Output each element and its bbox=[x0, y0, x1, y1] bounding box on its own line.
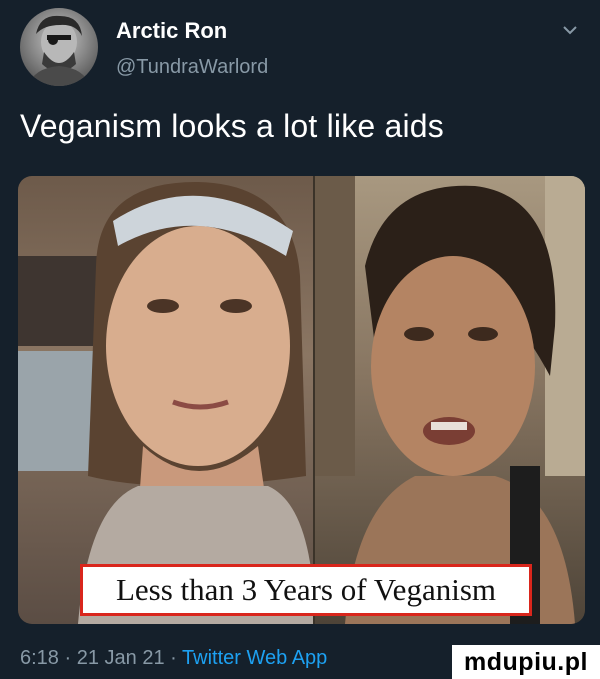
image-caption-box: Less than 3 Years of Veganism bbox=[80, 564, 532, 616]
tweet-media[interactable]: Less than 3 Years of Veganism bbox=[18, 176, 585, 624]
tweet-source[interactable]: Twitter Web App bbox=[182, 647, 327, 669]
watermark-logo: mdupiu.pl bbox=[452, 645, 600, 679]
tweet-date[interactable]: 21 Jan 21 bbox=[77, 647, 165, 669]
image-caption: Less than 3 Years of Veganism bbox=[115, 572, 496, 607]
photo-after-image bbox=[315, 176, 585, 624]
tweet-text: Veganism looks a lot like aids bbox=[20, 108, 444, 144]
user-handle[interactable]: @TundraWarlord bbox=[116, 56, 268, 79]
photo-before bbox=[18, 176, 315, 624]
avatar[interactable] bbox=[20, 8, 98, 86]
meta-separator: · bbox=[64, 647, 72, 669]
photo-before-image bbox=[18, 181, 315, 624]
chevron-down-icon[interactable] bbox=[560, 20, 580, 40]
display-name[interactable]: Arctic Ron bbox=[116, 18, 227, 44]
tweet-time[interactable]: 6:18 bbox=[20, 647, 59, 669]
avatar-image bbox=[28, 15, 90, 86]
tweet-meta: 6:18 · 21 Jan 21 · Twitter Web App bbox=[20, 647, 327, 670]
tweet-header: Arctic Ron @TundraWarlord bbox=[20, 8, 580, 88]
meta-separator: · bbox=[170, 647, 177, 669]
photo-after bbox=[315, 176, 585, 624]
